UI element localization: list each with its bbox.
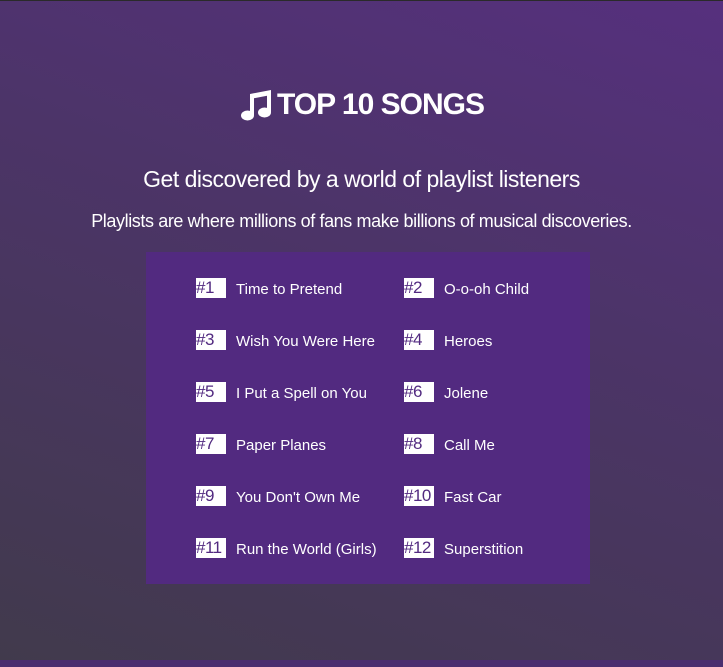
rank-badge: #6 <box>404 382 434 402</box>
top-border <box>0 0 723 1</box>
song-title: Fast Car <box>444 489 502 506</box>
rank-badge: #1 <box>196 278 226 298</box>
rank-badge: #3 <box>196 330 226 350</box>
song-title: I Put a Spell on You <box>236 385 367 402</box>
song-item[interactable]: #7 Paper Planes <box>196 434 404 486</box>
song-title: Time to Pretend <box>236 281 343 298</box>
song-item[interactable]: #12 Superstition <box>404 538 604 590</box>
rank-badge: #5 <box>196 382 226 402</box>
song-item[interactable]: #5 I Put a Spell on You <box>196 382 404 434</box>
song-title: O-o-oh Child <box>444 281 530 298</box>
song-title: You Don't Own Me <box>236 489 361 506</box>
song-title: Jolene <box>444 385 489 402</box>
song-title: Run the World (Girls) <box>236 541 377 558</box>
song-item[interactable]: #10 Fast Car <box>404 486 604 538</box>
rank-badge: #8 <box>404 434 434 454</box>
page-title-text: TOP 10 SONGS <box>277 88 485 121</box>
bottom-strip <box>0 660 723 667</box>
song-title: Call Me <box>444 437 495 454</box>
song-title: Wish You Were Here <box>236 333 375 350</box>
rank-badge: #12 <box>404 538 434 558</box>
song-item[interactable]: #9 You Don't Own Me <box>196 486 404 538</box>
page-tagline: Playlists are where millions of fans mak… <box>91 211 632 231</box>
song-item[interactable]: #11 Run the World (Girls) <box>196 538 404 590</box>
rank-badge: #10 <box>404 486 434 506</box>
song-title: Heroes <box>444 333 493 350</box>
songs-grid: #1 Time to Pretend #2 O-o-oh Child #3 Wi… <box>196 278 604 590</box>
song-item[interactable]: #3 Wish You Were Here <box>196 330 404 382</box>
rank-badge: #7 <box>196 434 226 454</box>
rank-badge: #11 <box>196 538 226 558</box>
song-item[interactable]: #1 Time to Pretend <box>196 278 404 330</box>
rank-badge: #2 <box>404 278 434 298</box>
rank-badge: #9 <box>196 486 226 506</box>
song-item[interactable]: #6 Jolene <box>404 382 604 434</box>
music-note-icon <box>239 88 273 122</box>
page-subtitle: Get discovered by a world of playlist li… <box>143 166 580 192</box>
songs-panel: #1 Time to Pretend #2 O-o-oh Child #3 Wi… <box>146 252 590 584</box>
song-title: Superstition <box>444 541 524 558</box>
rank-badge: #4 <box>404 330 434 350</box>
page-title: TOP 10 SONGS <box>0 88 723 122</box>
song-item[interactable]: #2 O-o-oh Child <box>404 278 604 330</box>
song-item[interactable]: #4 Heroes <box>404 330 604 382</box>
song-item[interactable]: #8 Call Me <box>404 434 604 486</box>
song-title: Paper Planes <box>236 437 327 454</box>
